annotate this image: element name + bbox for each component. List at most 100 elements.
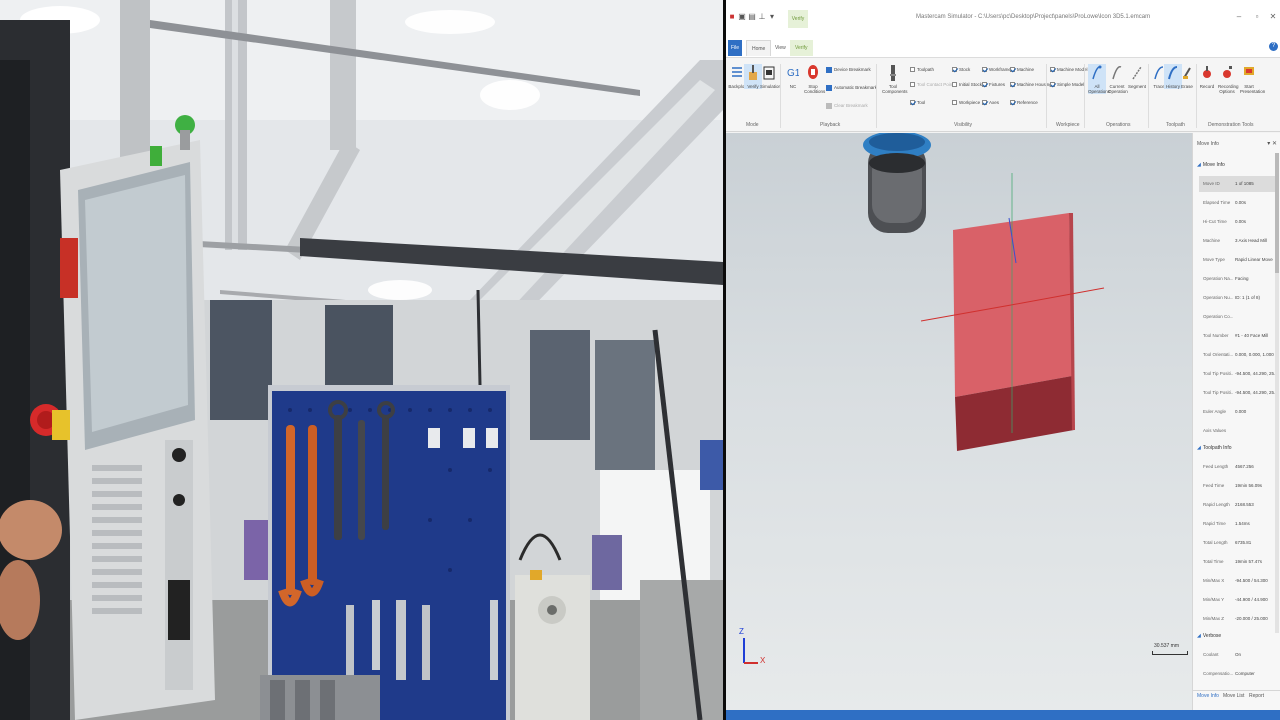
vis-initial-stock[interactable]: Initial Stock [952,80,982,89]
panel-pin-icon[interactable]: ▾ [1267,141,1270,147]
checkbox-icon[interactable] [910,82,915,88]
property-row[interactable]: Operation Nu... ID: 1 (1 of 8) [1199,290,1275,306]
simulation-button[interactable]: Simulation [760,64,781,89]
panel-scrollbar[interactable] [1275,153,1279,633]
vis-axes[interactable]: Axes [982,98,999,107]
checkbox-icon[interactable] [910,67,915,73]
tab-move-list[interactable]: Move List [1223,693,1244,699]
segment-button[interactable]: Segment [1128,64,1146,89]
property-row[interactable]: Operation Co... [1199,309,1275,325]
collapse-triangle-icon: ◢ [1197,445,1201,451]
vis-workpiece[interactable]: Workpiece [952,98,980,107]
property-row[interactable]: Rapid Length 2168.553 [1199,497,1275,513]
property-row[interactable]: Tool Orientati... 0.000, 0.000, 1.000 [1199,347,1275,363]
context-tab-verify[interactable]: Verify [788,10,808,28]
property-row[interactable]: Tool Number #1 - 40 Face Mill [1199,328,1275,344]
property-row[interactable]: Total Time 19min 57.47s [1199,554,1275,570]
checkbox-icon[interactable] [952,67,957,73]
vis-reference[interactable]: Reference [1010,98,1038,107]
recording-options-icon [1223,66,1232,78]
property-row[interactable]: Total Length 6735.81 [1199,535,1275,551]
quick-access-dropdown-icon[interactable]: ▾ [768,12,776,22]
stop-icon [808,65,818,79]
tool-components-button[interactable]: Tool Components [882,64,908,94]
property-row[interactable]: Feed Length 4567.256 [1199,459,1275,475]
panel-close-icon[interactable]: ✕ [1272,141,1277,147]
tab-report[interactable]: Report [1249,693,1264,699]
erase-button[interactable]: Erase [1178,64,1196,89]
section-verbose[interactable]: ◢ Verbose [1197,631,1221,641]
help-icon[interactable]: ? [1269,42,1278,51]
app-logo-icon: ■ [729,12,735,21]
property-row[interactable]: Compensatio... Computer [1199,666,1275,682]
property-row[interactable]: Elapsed Time 0.00s [1199,195,1275,211]
property-row[interactable]: Tool Tip Positi... -94.500, 44.290, 25. [1199,385,1275,401]
wp-machine-model[interactable]: Machine Model [1050,65,1088,74]
close-icon[interactable]: ✕ [1268,12,1278,22]
recording-options-button[interactable]: Recording Options [1218,64,1239,94]
vis-toolpath[interactable]: Toolpath [910,65,934,74]
section-move-info[interactable]: ◢ Move Info [1197,160,1225,170]
checkbox-icon[interactable] [982,100,987,106]
automatic-breakmark-item[interactable]: Automatic Breakmark [826,83,877,92]
tab-home[interactable]: Home [746,40,772,56]
property-row[interactable]: Rapid Time 1.54ms [1199,516,1275,532]
vis-workframe[interactable]: Workframe [982,65,1011,74]
property-row[interactable]: Move ID 1 of 1085 [1199,176,1275,192]
checkbox-icon[interactable] [982,67,987,73]
tab-file[interactable]: File [728,40,742,56]
minimize-icon[interactable]: – [1234,12,1244,22]
property-row[interactable]: Machine 3 Axis Head Mill [1199,233,1275,249]
tab-view[interactable]: View [770,40,791,56]
tab-move-info[interactable]: Move Info [1197,693,1219,699]
checkbox-icon[interactable] [1010,100,1015,106]
tab-verify[interactable]: Verify [790,40,813,56]
section-toolpath-info[interactable]: ◢ Toolpath Info [1197,443,1232,453]
g1-icon: G1 [787,68,799,79]
checkbox-icon[interactable] [982,82,987,88]
vis-tool-contact-point[interactable]: Tool Contact Point [910,80,954,89]
checkbox-icon[interactable] [1010,67,1015,73]
property-row[interactable]: Tool Tip Positi... -94.500, 44.290, 25. [1199,366,1275,382]
auto-breakmark-icon [826,84,832,91]
stop-conditions-button[interactable]: Stop Conditions [804,64,825,94]
start-presentation-button[interactable]: Start Presentation [1240,64,1265,94]
current-operation-button[interactable]: Current Operation [1108,64,1128,94]
wp-simple-model[interactable]: Simple Model [1050,80,1084,89]
property-row[interactable]: Feed Time 19min 56.09s [1199,478,1275,494]
property-row[interactable]: Min/Max Z -20.000 / 25.000 [1199,611,1275,627]
checkbox-icon[interactable] [910,100,915,106]
checkbox-icon[interactable] [952,82,957,88]
property-row[interactable]: Hi-Cut Time 0.00s [1199,214,1275,230]
vis-fixtures[interactable]: Fixtures [982,80,1005,89]
verify-icon [749,65,757,80]
scrollbar-thumb[interactable] [1275,153,1279,273]
property-key: Operation Co... [1203,314,1233,319]
property-row[interactable]: Min/Max X -94.500 / 54.300 [1199,573,1275,589]
clear-breakmark-item[interactable]: Clear Breakmark [826,101,868,110]
vis-stock[interactable]: Stock [952,65,970,74]
maximize-icon[interactable]: ▫ [1252,12,1262,22]
property-row[interactable]: Euler Angle 0.000 [1199,404,1275,420]
section-heading: Verbose [1202,633,1222,639]
property-row[interactable]: Min/Max Y -44.900 / 44.900 [1199,592,1275,608]
all-operations-button[interactable]: All Operations [1088,64,1110,94]
vis-machine[interactable]: Machine [1010,65,1034,74]
property-row[interactable]: Axis Values [1199,423,1275,439]
vis-tool[interactable]: Tool [910,98,925,107]
checkbox-icon[interactable] [1050,67,1055,73]
save-icon[interactable]: ▣ [738,12,746,22]
property-key: Min/Max X [1203,578,1225,583]
checkbox-icon[interactable] [952,100,957,106]
simulation-viewport[interactable]: Z X 30.537 mm [726,133,1192,710]
checkbox-icon[interactable] [1010,82,1015,88]
record-button[interactable]: Record [1198,64,1216,89]
checkbox-icon[interactable] [1050,82,1055,88]
pin-icon[interactable]: ⊥ [758,12,766,22]
undo-icon[interactable]: ▤ [748,12,756,22]
device-breakmark-item[interactable]: Device Breakmark [826,65,871,74]
property-row[interactable]: Operation Na... Facing [1199,271,1275,287]
property-row[interactable]: Coolant On [1199,647,1275,663]
property-row[interactable]: Move Type Rapid Linear Move [1199,252,1275,268]
nc-button[interactable]: G1 NC [784,64,802,89]
